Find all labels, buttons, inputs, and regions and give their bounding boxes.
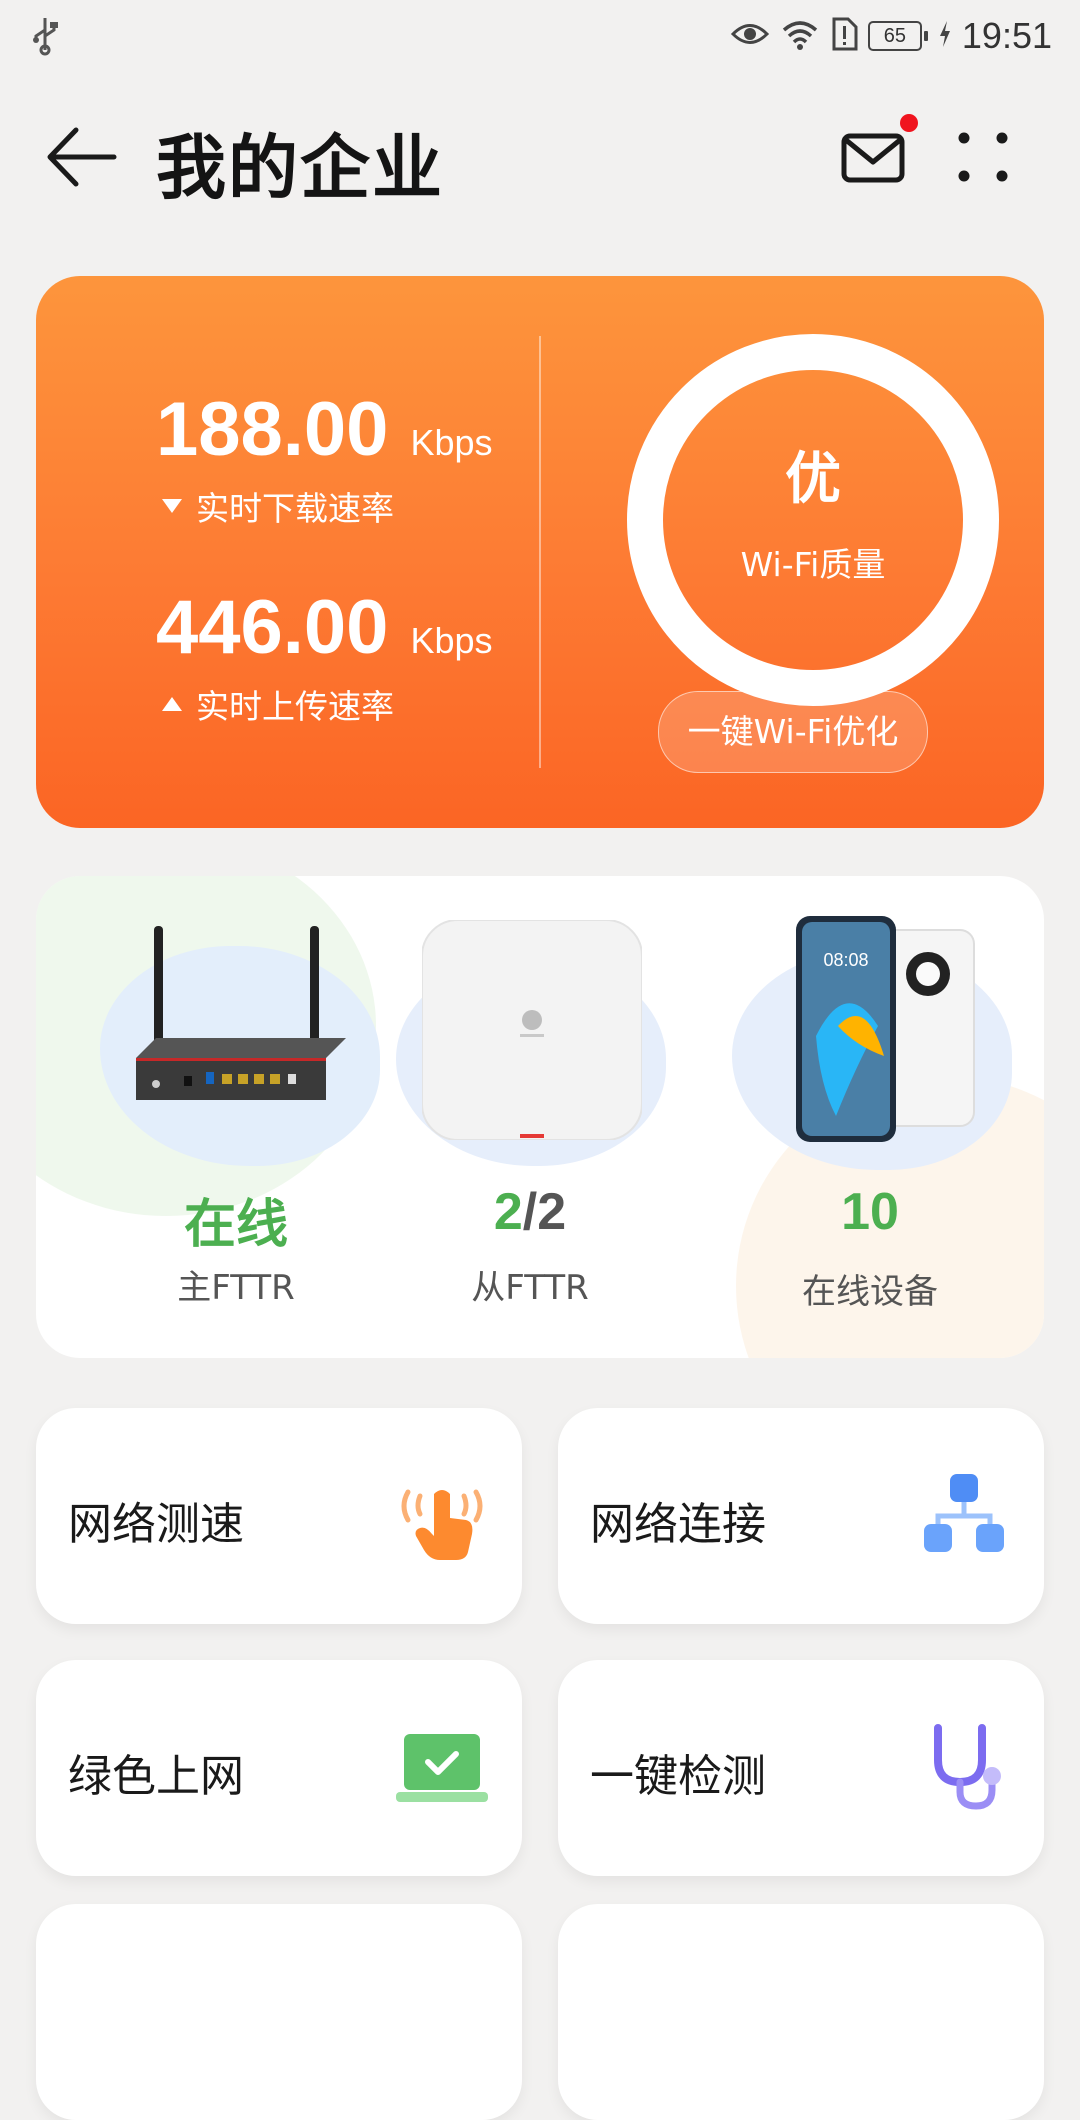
clock: 19:51 (961, 15, 1052, 56)
wifi-optimize-button[interactable]: 一键Wi-Fi优化 (658, 691, 928, 773)
unread-badge (900, 114, 918, 132)
tile-partial-left[interactable] (36, 1904, 522, 2120)
network-connection-tile[interactable]: 网络连接 (558, 1408, 1044, 1624)
wifi-signal-icon (780, 18, 820, 54)
network-topology-icon (924, 1474, 1004, 1552)
wifi-quality-grade: 优 (785, 447, 841, 512)
down-triangle-icon (162, 499, 182, 513)
tile-partial-right[interactable] (558, 1904, 1044, 2120)
sim-alert-icon (830, 17, 858, 55)
access-point-image (422, 920, 642, 1140)
card-divider (539, 336, 541, 768)
sub-fttr-item[interactable]: 2/2 从FTTR (366, 916, 696, 1356)
one-click-check-label: 一键检测 (590, 1751, 766, 1802)
messages-button[interactable] (838, 122, 908, 192)
router-image (136, 926, 346, 1100)
speed-test-label: 网络测速 (68, 1499, 244, 1550)
page-title: 我的企业 (156, 127, 444, 209)
svg-text:08:08: 08:08 (823, 950, 868, 970)
online-devices-item[interactable]: 08:08 10 在线设备 (696, 916, 1044, 1356)
one-click-check-tile[interactable]: 一键检测 (558, 1660, 1044, 1876)
status-bar: 65 19:51 (0, 0, 1080, 72)
main-fttr-status: 在线 (183, 1196, 288, 1254)
stethoscope-icon (934, 1724, 1001, 1810)
laptop-check-icon (396, 1734, 488, 1802)
eye-comfort-icon (730, 19, 770, 53)
more-dots-icon (958, 132, 1008, 182)
upload-speed-unit: Kbps (410, 620, 493, 661)
main-fttr-label: 主FTTR (177, 1268, 295, 1308)
network-speed-card: 188.00 Kbps 实时下载速率 446.00 Kbps 实时上传速率 优 … (36, 276, 1044, 828)
back-button[interactable] (44, 122, 120, 192)
arrow-left-icon (47, 127, 117, 187)
sub-fttr-count: 2/2 (380, 1182, 680, 1242)
download-label: 实时下载速率 (196, 489, 394, 528)
download-speed-value: 188.00 (156, 387, 389, 472)
online-devices-count: 10 (841, 1183, 899, 1241)
network-connection-label: 网络连接 (590, 1499, 766, 1550)
online-devices-label: 在线设备 (802, 1272, 938, 1312)
wifi-quality-label: Wi-Fi质量 (740, 545, 886, 584)
usb-icon (30, 16, 60, 60)
main-fttr-item[interactable]: 在线 主FTTR (36, 916, 380, 1356)
download-speed: 188.00 Kbps (156, 386, 493, 473)
sub-fttr-label: 从FTTR (471, 1268, 589, 1308)
upload-speed-value: 446.00 (156, 585, 389, 670)
devices-card: 在线 主FTTR 2/2 从FTTR 08:08 10 在线设备 (36, 876, 1044, 1358)
upload-label-row: 实时上传速率 (162, 680, 394, 728)
green-internet-tile[interactable]: 绿色上网 (36, 1660, 522, 1876)
wifi-quality-ring (627, 334, 999, 706)
download-speed-unit: Kbps (410, 422, 493, 463)
phone-image: 08:08 (796, 916, 975, 1142)
green-internet-label: 绿色上网 (68, 1751, 244, 1802)
upload-label: 实时上传速率 (196, 687, 394, 726)
charging-icon (938, 20, 952, 52)
more-options-button[interactable] (952, 126, 1014, 188)
sub-fttr-total: /2 (522, 1183, 567, 1241)
up-triangle-icon (162, 697, 182, 711)
download-label-row: 实时下载速率 (162, 482, 394, 530)
mail-icon (841, 133, 905, 183)
upload-speed: 446.00 Kbps (156, 584, 493, 671)
speed-test-tile[interactable]: 网络测速 (36, 1408, 522, 1624)
tap-hand-icon (401, 1489, 483, 1560)
battery-level: 65 (867, 21, 922, 51)
battery-indicator: 65 (867, 21, 928, 51)
sub-fttr-online: 2 (493, 1183, 523, 1241)
